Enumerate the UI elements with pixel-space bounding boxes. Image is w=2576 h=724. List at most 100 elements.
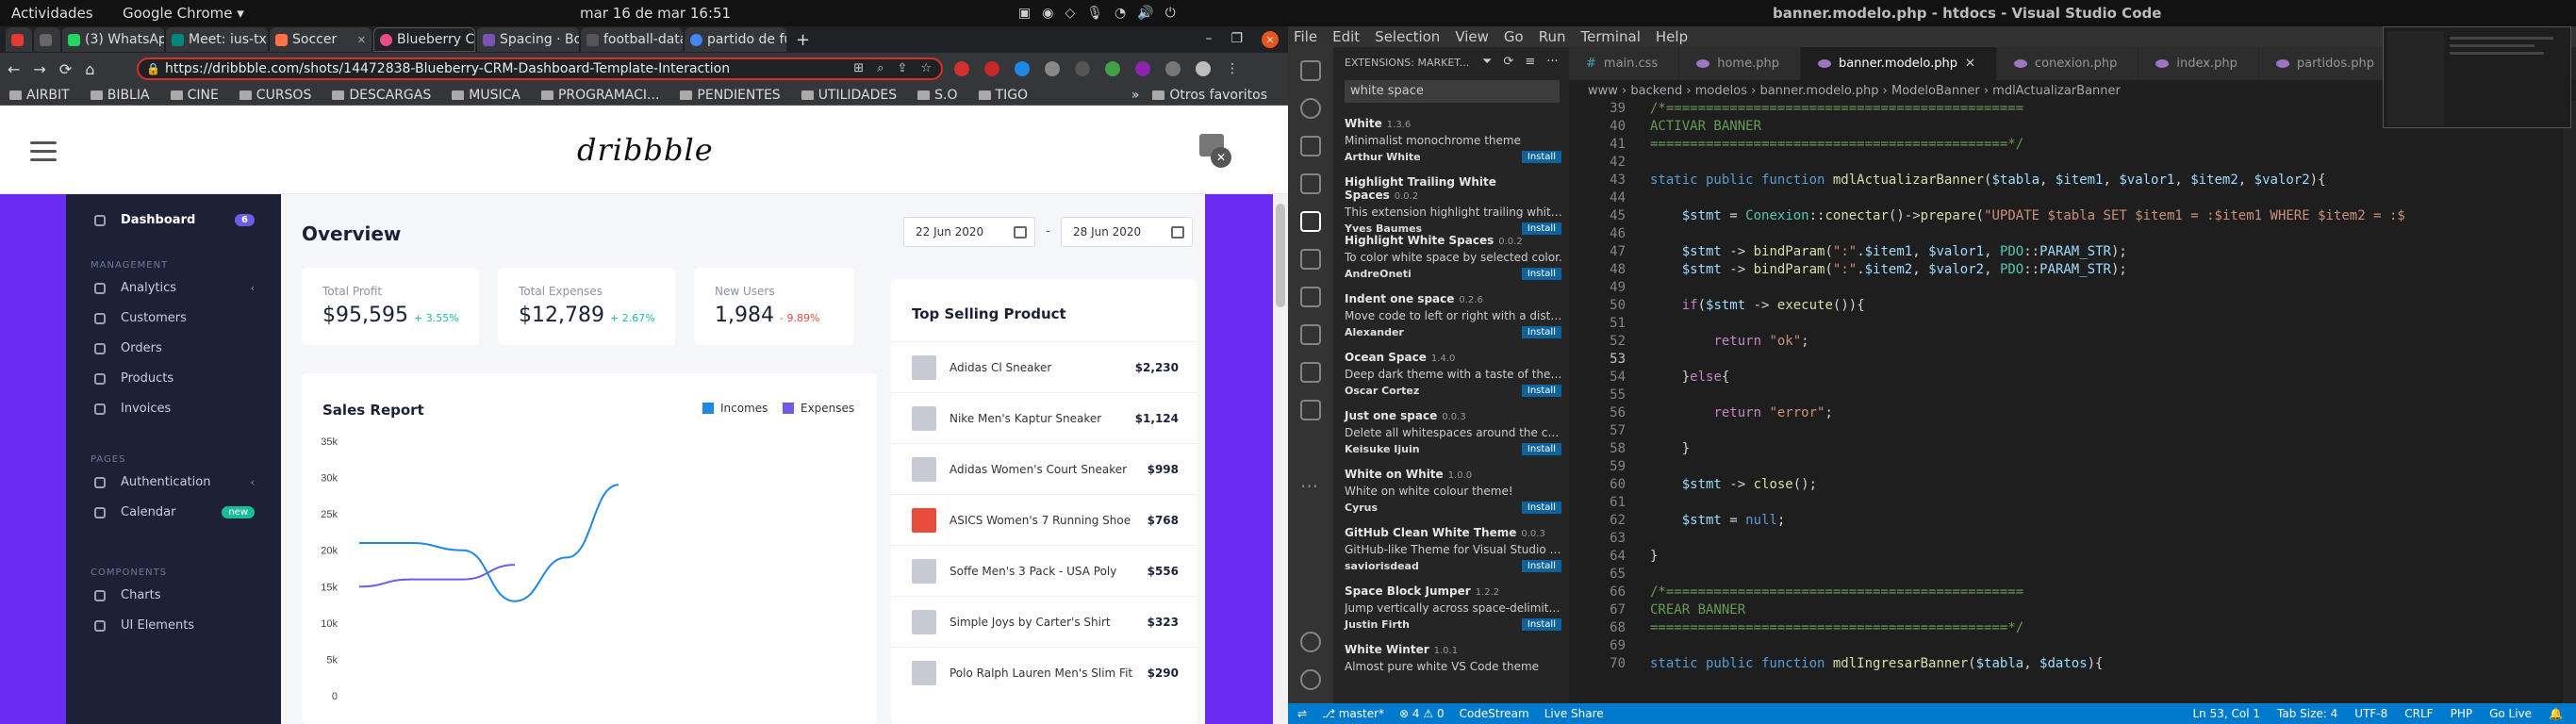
sidebar-item-analytics[interactable]: Analytics ‹: [94, 281, 255, 295]
product-row[interactable]: Polo Ralph Lauren Men's Slim Fit $290: [891, 647, 1197, 698]
extension-item[interactable]: White Winter 1.0.1 Almost pure white VS Co…: [1345, 643, 1563, 673]
editor-tab[interactable]: conexion.php: [1996, 47, 2139, 80]
breadcrumb-item[interactable]: banner.modelo.php: [1759, 84, 1878, 98]
extension-item[interactable]: Indent one space 0.2.6 Move code to left o…: [1345, 292, 1563, 338]
install-button[interactable]: Install: [1521, 560, 1561, 572]
minimap[interactable]: [2465, 101, 2559, 703]
profile-avatar[interactable]: [1196, 61, 1211, 76]
scrollbar-thumb[interactable]: [1276, 204, 1285, 307]
breadcrumb-item[interactable]: www: [1588, 84, 1618, 98]
product-row[interactable]: Nike Men's Kaptur Sneaker $1,124: [891, 392, 1197, 443]
app-menu[interactable]: Google Chrome ▾: [123, 5, 244, 22]
clock[interactable]: mar 16 de mar 16:51: [580, 5, 731, 22]
sidebar-item-calendar[interactable]: Calendar new: [94, 505, 255, 519]
menu-go[interactable]: Go: [1504, 28, 1524, 45]
cursor-position[interactable]: Ln 53, Col 1: [2193, 707, 2261, 720]
other-bookmarks[interactable]: » Otros favoritos: [1131, 88, 1267, 103]
more-actions-icon[interactable]: ···: [1546, 55, 1558, 69]
sidebar-item-orders[interactable]: Orders: [94, 341, 255, 355]
tray-badge-icon[interactable]: ◉: [1042, 6, 1053, 21]
window-preview-thumbnail[interactable]: [2383, 26, 2571, 128]
install-button[interactable]: Install: [1521, 326, 1561, 338]
menu-selection[interactable]: Selection: [1375, 28, 1440, 45]
liveshare-status[interactable]: Live Share: [1544, 707, 1604, 720]
bookmark-folder[interactable]: MUSICA: [452, 88, 520, 103]
breadcrumb-item[interactable]: ModeloBanner: [1891, 84, 1980, 98]
puzzle-icon[interactable]: [1165, 61, 1181, 76]
extension-icon[interactable]: [1075, 61, 1090, 76]
branch-status[interactable]: ⎇ master*: [1322, 707, 1384, 720]
power-icon[interactable]: ⏻: [1165, 6, 1176, 21]
sidebar-item-dashboard[interactable]: Dashboard 6: [94, 213, 255, 227]
extension-item[interactable]: Highlight White Spaces 0.0.2 To color whit…: [1345, 234, 1563, 280]
search-icon[interactable]: [1300, 98, 1321, 119]
bookmark-folder[interactable]: PROGRAMACI...: [540, 88, 659, 103]
star-icon[interactable]: ☆: [920, 61, 932, 75]
menu-file[interactable]: File: [1294, 28, 1317, 45]
legend-item-expenses[interactable]: Expenses: [783, 402, 854, 415]
close-icon[interactable]: ✕: [1211, 147, 1231, 168]
settings-gear-icon[interactable]: [1300, 669, 1321, 690]
install-button[interactable]: Install: [1521, 385, 1561, 397]
tab-spacing[interactable]: Spacing · Boo✕: [477, 27, 579, 52]
bookmark-folder[interactable]: CURSOS: [239, 88, 311, 103]
live-share-icon[interactable]: [1300, 362, 1321, 383]
page-scrollbar[interactable]: [1273, 194, 1288, 724]
menu-terminal[interactable]: Terminal: [1581, 28, 1641, 45]
sidebar-item-ui-elements[interactable]: UI Elements: [94, 618, 255, 633]
tray-ext-icon[interactable]: ◇: [1065, 6, 1075, 21]
calendar-icon[interactable]: [1171, 226, 1184, 239]
tab-0[interactable]: [6, 27, 32, 52]
install-icon[interactable]: ⊞: [853, 61, 864, 75]
remote-status-icon[interactable]: ⇌: [1297, 707, 1307, 720]
menu-dots-icon[interactable]: ⋮: [1226, 61, 1241, 76]
menu-edit[interactable]: Edit: [1332, 28, 1360, 45]
editor-tab-active[interactable]: banner.modelo.php ✕: [1800, 47, 1997, 80]
refresh-icon[interactable]: ⟳: [1503, 55, 1513, 69]
dribbble-logo[interactable]: dribbble: [577, 132, 714, 168]
system-tray[interactable]: ▣ ◉ ◇ 🎙 ◔ 🔊 ⏻: [1018, 6, 1176, 21]
extension-search-input[interactable]: white space: [1345, 80, 1560, 103]
product-row[interactable]: Adidas Cl Sneaker $2,230: [891, 341, 1197, 392]
tab-partido[interactable]: partido de fu✕: [685, 27, 786, 52]
date-from-field[interactable]: 22 Jun 2020: [903, 217, 1035, 247]
tray-app-icon[interactable]: ▣: [1018, 6, 1031, 21]
extension-item[interactable]: GitHub Clean White Theme 0.0.3 GitHub-like…: [1345, 526, 1563, 572]
install-button[interactable]: Install: [1521, 618, 1561, 631]
extension-item[interactable]: White 1.3.6 Minimalist monochrome theme Art…: [1345, 117, 1563, 163]
editor-tab[interactable]: # main.css: [1569, 47, 1680, 80]
reload-icon[interactable]: ⟳: [59, 60, 72, 78]
close-icon[interactable]: ✕: [1965, 57, 1975, 71]
line-ending[interactable]: CRLF: [2404, 707, 2433, 720]
install-button[interactable]: Install: [1521, 443, 1561, 455]
editor-scrollbar[interactable]: [2563, 101, 2576, 703]
breadcrumb-item[interactable]: backend: [1630, 84, 1682, 98]
bookmark-folder[interactable]: TIGO: [978, 88, 1028, 103]
bookmark-folder[interactable]: UTILIDADES: [801, 88, 897, 103]
extensions-icon[interactable]: [1300, 211, 1321, 232]
encoding[interactable]: UTF-8: [2354, 707, 2387, 720]
install-button[interactable]: Install: [1521, 502, 1561, 514]
new-tab-button[interactable]: +: [796, 30, 810, 50]
language-mode[interactable]: PHP: [2451, 707, 2473, 720]
extension-item[interactable]: Highlight Trailing White Spaces 0.0.2 This…: [1345, 175, 1563, 235]
sidebar-item-products[interactable]: Products: [94, 371, 255, 386]
mic-icon[interactable]: 🎙: [1086, 6, 1103, 21]
codestream-icon[interactable]: [1300, 287, 1321, 307]
tab-1[interactable]: [34, 27, 60, 52]
address-bar[interactable]: 🔒 https://dribbble.com/shots/14472838-Bl…: [137, 58, 943, 80]
database-icon[interactable]: [1300, 400, 1321, 420]
bookmark-folder[interactable]: S.O: [917, 88, 958, 103]
calendar-icon[interactable]: [1014, 226, 1027, 239]
lock-icon[interactable]: 🔒: [146, 62, 160, 75]
extension-icon[interactable]: [1105, 61, 1120, 76]
tab-meet[interactable]: Meet: ius-txn✕: [166, 27, 268, 52]
sidebar-item-authentication[interactable]: Authentication ‹: [94, 475, 255, 489]
extension-item[interactable]: Space Block Jumper 1.2.2 Jump vertically a…: [1345, 584, 1563, 631]
menu-help[interactable]: Help: [1656, 28, 1688, 45]
share-icon[interactable]: ⇪: [897, 61, 907, 75]
go-live-button[interactable]: Go Live: [2489, 707, 2532, 720]
hamburger-menu-icon[interactable]: [30, 141, 57, 167]
filter-icon[interactable]: ⏷: [1482, 55, 1492, 69]
menu-run[interactable]: Run: [1539, 28, 1566, 45]
